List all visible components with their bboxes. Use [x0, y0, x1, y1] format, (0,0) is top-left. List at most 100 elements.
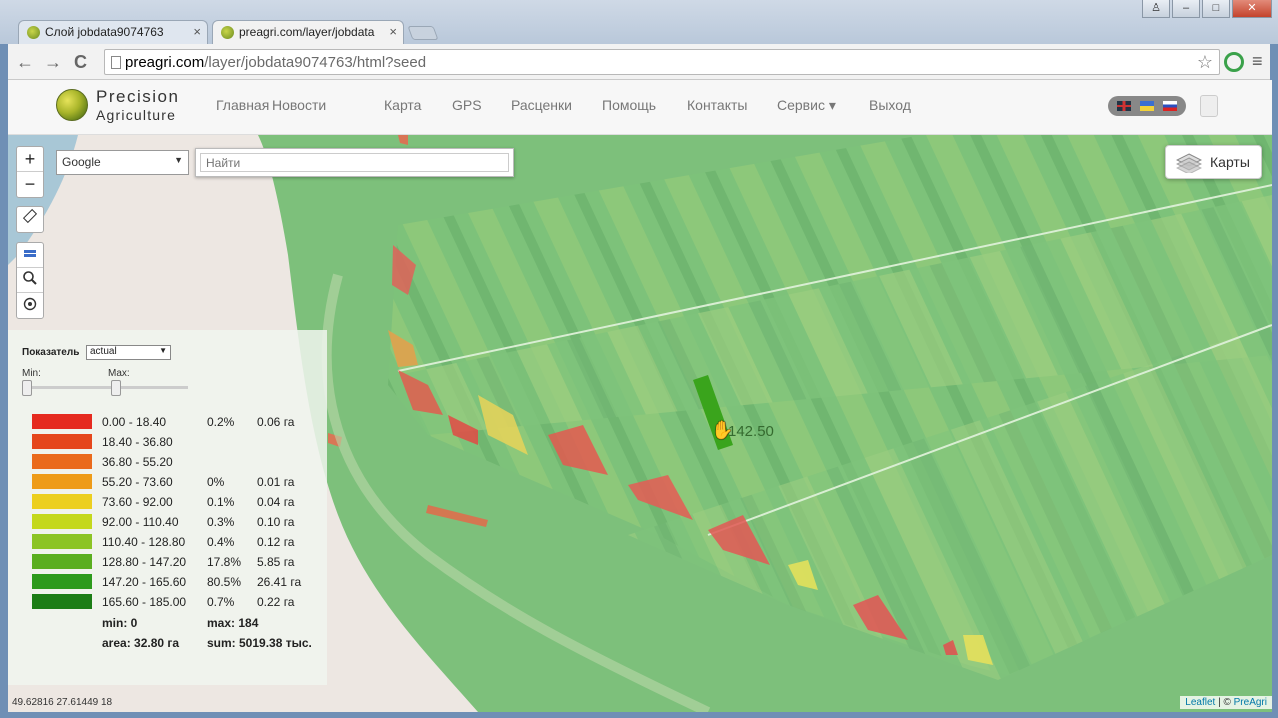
- legend-row: 0.00 - 18.40 0.2% 0.06 га: [32, 414, 322, 434]
- legend-percent: 0.4%: [207, 535, 235, 549]
- map-canvas[interactable]: + − Google ▼ Найти Карты Показатель actu…: [8, 135, 1272, 712]
- stat-max: max: 184: [207, 616, 259, 630]
- url-host: preagri.com: [125, 54, 205, 71]
- legend-row: 92.00 - 110.40 0.3% 0.10 га: [32, 514, 322, 534]
- layers-label: Карты: [1210, 154, 1250, 170]
- logo-text-line2[interactable]: Agriculture: [96, 107, 176, 123]
- flag-ru-icon[interactable]: [1163, 101, 1177, 111]
- max-label: Max:: [108, 368, 130, 379]
- search-icon[interactable]: [17, 268, 43, 293]
- stat-area: area: 32.80 га: [102, 636, 180, 650]
- preagri-link[interactable]: PreAgri: [1234, 697, 1267, 708]
- layers-small-icon[interactable]: [17, 243, 43, 268]
- layers-button[interactable]: Карты: [1165, 145, 1262, 179]
- user-icon[interactable]: ♙: [1142, 0, 1170, 18]
- max-slider-handle[interactable]: [111, 380, 121, 396]
- legend-panel: Показатель actual ▼ Min: Max: 0.00 - 18.…: [8, 330, 327, 685]
- legend-swatch: [32, 574, 92, 589]
- metric-select[interactable]: actual ▼: [86, 345, 171, 360]
- nav-pricing[interactable]: Расценки: [511, 97, 572, 113]
- legend-swatch: [32, 454, 92, 469]
- legend-swatch: [32, 514, 92, 529]
- logo-icon[interactable]: [56, 89, 88, 121]
- logo-text-line1[interactable]: Precision: [96, 87, 179, 107]
- legend-row: 18.40 - 36.80: [32, 434, 322, 454]
- tab-label: Слой jobdata9074763: [45, 25, 164, 39]
- range-slider-track[interactable]: [22, 386, 188, 389]
- maximize-button[interactable]: □: [1202, 0, 1230, 18]
- legend-hectares: 0.10 га: [257, 515, 295, 529]
- nav-map[interactable]: Карта: [384, 97, 421, 113]
- legend-hectares: 5.85 га: [257, 555, 295, 569]
- page-viewport: Precision Agriculture Главная Новости Ка…: [8, 80, 1272, 712]
- close-window-button[interactable]: ✕: [1232, 0, 1272, 18]
- legend-range: 110.40 - 128.80: [102, 535, 186, 549]
- tab-active[interactable]: preagri.com/layer/jobdata ×: [212, 20, 404, 44]
- nav-service[interactable]: Сервис ▾: [777, 97, 836, 114]
- min-label: Min:: [22, 368, 41, 379]
- zoom-control: + −: [16, 146, 44, 198]
- select-arrow-icon: ▼: [159, 346, 167, 355]
- ruler-icon[interactable]: [17, 207, 43, 232]
- provider-value: Google: [62, 155, 101, 169]
- legend-swatch: [32, 594, 92, 609]
- back-arrow-icon[interactable]: ←: [16, 52, 34, 73]
- map-provider-select[interactable]: Google ▼: [56, 150, 189, 175]
- legend-percent: 0.7%: [207, 595, 235, 609]
- nav-logout[interactable]: Выход: [869, 97, 911, 113]
- measure-control: [16, 206, 44, 233]
- map-search: [195, 148, 514, 177]
- layers-stack-icon: [1176, 153, 1202, 173]
- minimize-button[interactable]: –: [1172, 0, 1200, 18]
- coordinates-readout: 49.62816 27.61449 18: [12, 697, 113, 708]
- reload-icon[interactable]: C: [74, 52, 87, 73]
- tools-control: [16, 242, 44, 319]
- cursor-value-label: 142.50: [728, 423, 774, 440]
- legend-range: 0.00 - 18.40: [102, 415, 167, 429]
- forward-arrow-icon[interactable]: →: [44, 52, 62, 73]
- nav-news[interactable]: Новости: [272, 97, 326, 113]
- user-profile-icon[interactable]: [1200, 95, 1218, 117]
- metric-label: Показатель: [22, 347, 80, 358]
- tab-close-icon[interactable]: ×: [193, 24, 201, 39]
- extension-icon[interactable]: [1224, 52, 1244, 72]
- min-slider-handle[interactable]: [22, 380, 32, 396]
- legend-row: 36.80 - 55.20: [32, 454, 322, 474]
- locate-icon[interactable]: [17, 293, 43, 318]
- legend-percent: 0.2%: [207, 415, 235, 429]
- nav-home[interactable]: Главная: [216, 97, 269, 113]
- menu-icon[interactable]: ≡: [1252, 51, 1263, 72]
- tab-inactive[interactable]: Слой jobdata9074763 ×: [18, 20, 208, 44]
- metric-value: actual: [90, 346, 117, 357]
- zoom-out-button[interactable]: −: [17, 172, 43, 197]
- legend-swatch: [32, 474, 92, 489]
- map-attribution: Leaflet | © PreAgri: [1180, 696, 1272, 709]
- legend-range: 73.60 - 92.00: [102, 495, 173, 509]
- map-search-input[interactable]: [200, 153, 509, 172]
- legend-swatch: [32, 534, 92, 549]
- favicon-icon: [221, 26, 234, 39]
- zoom-in-button[interactable]: +: [17, 147, 43, 172]
- nav-help[interactable]: Помощь: [602, 97, 656, 113]
- legend-row: 55.20 - 73.60 0% 0.01 га: [32, 474, 322, 494]
- tab-close-icon[interactable]: ×: [389, 24, 397, 39]
- nav-gps[interactable]: GPS: [452, 97, 482, 113]
- legend-hectares: 0.04 га: [257, 495, 295, 509]
- legend-percent: 0.3%: [207, 515, 235, 529]
- legend-hectares: 0.01 га: [257, 475, 295, 489]
- flag-ua-icon[interactable]: [1140, 101, 1154, 111]
- nav-contacts[interactable]: Контакты: [687, 97, 747, 113]
- leaflet-link[interactable]: Leaflet: [1185, 697, 1215, 708]
- legend-percent: 0%: [207, 475, 225, 489]
- site-navbar: Precision Agriculture Главная Новости Ка…: [8, 80, 1272, 135]
- legend-hectares: 26.41 га: [257, 575, 302, 589]
- flag-uk-icon[interactable]: [1117, 101, 1131, 111]
- legend-range: 92.00 - 110.40: [102, 515, 179, 529]
- legend-swatch: [32, 494, 92, 509]
- url-input[interactable]: preagri.com/layer/jobdata9074763/html?se…: [104, 49, 1220, 75]
- bookmark-star-icon[interactable]: ☆: [1197, 52, 1213, 73]
- legend-percent: 0.1%: [207, 495, 235, 509]
- legend-range: 165.60 - 185.00: [102, 595, 187, 609]
- legend-range: 55.20 - 73.60: [102, 475, 173, 489]
- new-tab-button[interactable]: [407, 26, 439, 40]
